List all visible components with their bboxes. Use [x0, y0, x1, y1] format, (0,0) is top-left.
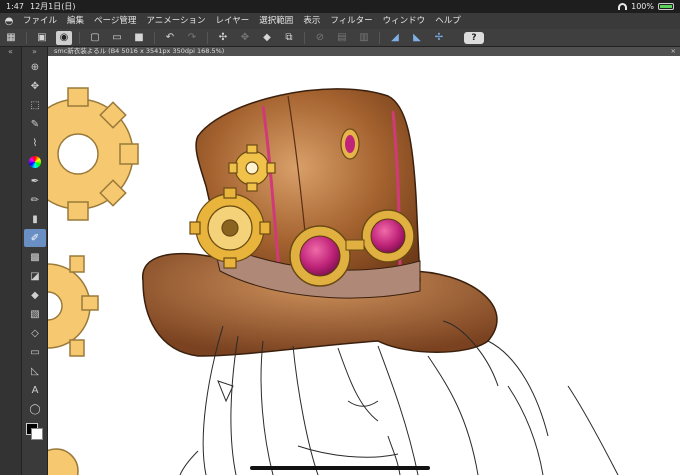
home-indicator[interactable]: [250, 466, 430, 470]
clear-icon[interactable]: ✣: [215, 31, 231, 45]
menu-view[interactable]: 表示: [298, 13, 325, 29]
figure-icon[interactable]: ◇: [24, 324, 46, 342]
sub-color-swatch[interactable]: [31, 428, 43, 440]
menu-filter[interactable]: フィルター: [325, 13, 377, 29]
battery-icon: [658, 3, 674, 10]
text-icon[interactable]: A: [24, 381, 46, 399]
gradient-icon[interactable]: ▧: [24, 305, 46, 323]
snap-special-ruler-icon[interactable]: ◣: [409, 31, 425, 45]
menu-bar: ◓ ファイル 編集 ページ管理 アニメーション レイヤー 選択範囲 表示 フィル…: [0, 13, 680, 29]
document-title: smc新衣装よるル (B4 5016 x 3541px 350dpi 168.5…: [54, 47, 225, 55]
menu-layer[interactable]: レイヤー: [211, 13, 255, 29]
menu-selection[interactable]: 選択範囲: [254, 13, 298, 29]
pencil-icon[interactable]: ✏: [24, 191, 46, 209]
open-file-icon[interactable]: ▭: [109, 31, 125, 45]
invert-selection-icon[interactable]: ▤: [334, 31, 350, 45]
menu-edit[interactable]: 編集: [62, 13, 89, 29]
ruler-icon[interactable]: ◺: [24, 362, 46, 380]
menu-animation[interactable]: アニメーション: [141, 13, 210, 29]
snap-grid-icon[interactable]: ✢: [431, 31, 447, 45]
background-gear-corner: [48, 448, 79, 475]
panel-layout-icon[interactable]: ▦: [3, 31, 19, 45]
clip-studio-icon[interactable]: ◓: [0, 13, 18, 29]
select-icon[interactable]: ⬚: [24, 96, 46, 114]
close-document-icon[interactable]: ×: [671, 47, 676, 56]
save-icon[interactable]: ■: [131, 31, 147, 45]
background-gear-bottom: [48, 255, 99, 357]
status-right-group: 100%: [618, 0, 674, 13]
eraser-icon[interactable]: ◪: [24, 267, 46, 285]
command-bar: ▦ ▣ ◉ ▢ ▭ ■ ↶ ↷ ✣ ✥ ◆ ⧉ ⊘ ▤ ▥ ◢ ◣ ✢ ?: [0, 29, 680, 47]
show-selection-icon[interactable]: ▥: [356, 31, 372, 45]
pen-icon[interactable]: ✒: [24, 172, 46, 190]
clear-outside-icon[interactable]: ✥: [237, 31, 253, 45]
brush-icon[interactable]: ▮: [24, 210, 46, 228]
decoration-icon[interactable]: ▩: [24, 248, 46, 266]
move-icon[interactable]: ✥: [24, 77, 46, 95]
airbrush-icon[interactable]: ✐: [24, 229, 46, 247]
help-button[interactable]: ?: [464, 31, 484, 44]
frame-icon[interactable]: ▭: [24, 343, 46, 361]
fill-icon[interactable]: ◆: [259, 31, 275, 45]
background-gear-top: [48, 87, 139, 221]
menu-page[interactable]: ページ管理: [89, 13, 141, 29]
zoom-icon[interactable]: ⊕: [24, 58, 46, 76]
tool-panel: » ⊕ ✥ ⬚ ✎ ⌇ ✒ ✏ ▮ ✐ ▩ ◪ ◆ ▧ ◇ ▭ ◺ A ◯ ⤳: [22, 47, 48, 475]
drawing-canvas[interactable]: [48, 56, 680, 475]
ios-status-bar: 1:47 12月1日(日) 100%: [0, 0, 680, 13]
left-dock-panel: «: [0, 47, 22, 475]
quick-access-icon[interactable]: ▣: [34, 31, 50, 45]
hat-jewel: [345, 135, 355, 153]
battery-percent: 100%: [631, 2, 654, 11]
wifi-icon: [618, 3, 628, 10]
new-file-icon[interactable]: ▢: [87, 31, 103, 45]
menu-help[interactable]: ヘルプ: [430, 13, 466, 29]
redo-icon[interactable]: ↷: [184, 31, 200, 45]
menu-window[interactable]: ウィンドウ: [378, 13, 431, 29]
status-time: 1:47: [6, 2, 24, 11]
deselect-icon[interactable]: ⊘: [312, 31, 328, 45]
fill-icon[interactable]: ◆: [24, 286, 46, 304]
collapse-left-icon[interactable]: «: [0, 47, 21, 57]
lasso-icon[interactable]: ✎: [24, 115, 46, 133]
transform-icon[interactable]: ⧉: [281, 31, 297, 45]
color-wheel-icon: [29, 156, 41, 168]
color-icon[interactable]: [24, 153, 46, 171]
menu-file[interactable]: ファイル: [18, 13, 62, 29]
eyedropper-icon[interactable]: ⌇: [24, 134, 46, 152]
clip-studio-home-icon[interactable]: ◉: [56, 30, 72, 45]
document-tab[interactable]: smc新衣装よるル (B4 5016 x 3541px 350dpi 168.5…: [48, 47, 680, 56]
status-date: 12月1日(日): [30, 2, 76, 11]
artwork: [48, 87, 619, 475]
undo-icon[interactable]: ↶: [162, 31, 178, 45]
snap-ruler-icon[interactable]: ◢: [387, 31, 403, 45]
collapse-tools-icon[interactable]: »: [22, 47, 47, 57]
balloon-icon[interactable]: ◯: [24, 400, 46, 418]
